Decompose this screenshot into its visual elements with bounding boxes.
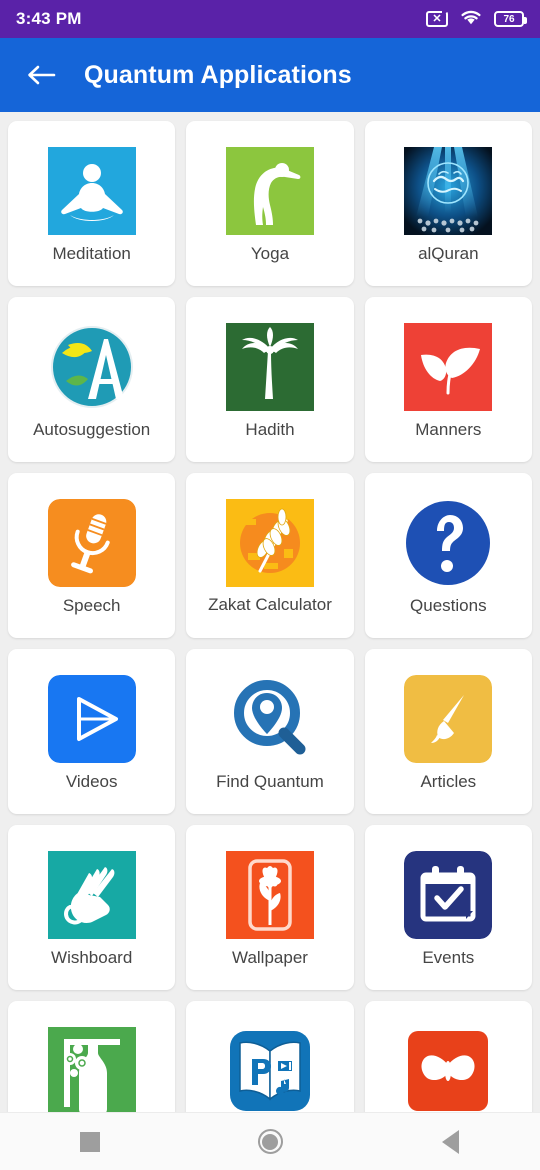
alquran-icon	[404, 147, 493, 235]
yoga-icon	[225, 147, 314, 235]
home-circle-icon[interactable]	[230, 1113, 310, 1170]
speech-icon	[47, 499, 136, 587]
app-tile-label: Videos	[65, 772, 118, 791]
app-tile-articles[interactable]: Articles	[364, 649, 532, 814]
app-tile-speech[interactable]: Speech	[8, 473, 176, 638]
system-nav-bar	[0, 1112, 540, 1170]
app-tile-label: Find Quantum	[216, 772, 324, 791]
meditation-icon	[47, 147, 136, 235]
app-tile-find-quantum[interactable]: Find Quantum	[186, 649, 354, 814]
autosuggestion-icon	[48, 323, 136, 411]
no-sim-glyph: ✕	[432, 12, 442, 25]
battery-level: 76	[503, 13, 515, 25]
parenting-book-icon	[226, 1027, 314, 1112]
app-bar: Quantum Applications	[0, 38, 540, 112]
app-tile-autosuggestion[interactable]: Autosuggestion	[8, 297, 176, 462]
butterfly-icon	[404, 1027, 492, 1112]
back-triangle-icon[interactable]	[410, 1113, 490, 1170]
videos-icon	[47, 675, 136, 763]
app-grid-scroll[interactable]: Meditation Yoga alQuran Autosuggestion H…	[0, 112, 540, 1112]
bottle-icon	[47, 1027, 136, 1112]
recents-square-icon[interactable]	[50, 1113, 130, 1170]
app-tile-videos[interactable]: Videos	[8, 649, 176, 814]
questions-icon	[404, 499, 492, 587]
app-tile-alquran[interactable]: alQuran	[364, 121, 532, 286]
app-tile-label: Autosuggestion	[33, 420, 151, 439]
hadith-icon	[225, 323, 314, 411]
status-clock: 3:43 PM	[16, 9, 82, 28]
articles-icon	[404, 675, 493, 763]
app-tile-wishboard[interactable]: Wishboard	[8, 825, 176, 990]
app-tile-yoga[interactable]: Yoga	[186, 121, 354, 286]
app-tile-label: Meditation	[52, 244, 131, 263]
app-tile-butterfly[interactable]	[364, 1001, 532, 1112]
wishboard-icon	[47, 851, 136, 939]
app-tile-meditation[interactable]: Meditation	[8, 121, 176, 286]
events-icon	[404, 851, 493, 939]
app-tile-label: Hadith	[245, 420, 295, 439]
status-bar: 3:43 PM ✕ 76	[0, 0, 540, 38]
app-tile-label: Events	[422, 948, 475, 967]
app-tile-label: alQuran	[418, 244, 479, 263]
app-tile-manners[interactable]: Manners	[364, 297, 532, 462]
app-tile-label: Speech	[62, 596, 121, 615]
page-title: Quantum Applications	[84, 60, 352, 89]
phone-screen: 3:43 PM ✕ 76 Quantum Applications Medita…	[0, 0, 540, 1170]
status-icons: ✕ 76	[426, 8, 527, 31]
app-tile-label: Articles	[420, 772, 477, 791]
app-grid: Meditation Yoga alQuran Autosuggestion H…	[0, 112, 540, 1112]
app-tile-label: Manners	[415, 420, 482, 439]
app-tile-questions[interactable]: Questions	[364, 473, 532, 638]
wallpaper-icon	[225, 851, 314, 939]
find-quantum-icon	[225, 675, 314, 763]
app-tile-hadith[interactable]: Hadith	[186, 297, 354, 462]
app-tile-label: Yoga	[250, 244, 290, 263]
app-tile-label: Wallpaper	[232, 948, 308, 967]
manners-icon	[404, 323, 493, 411]
wifi-icon	[459, 8, 483, 31]
app-tile-zakat-calculator[interactable]: Zakat Calculator	[186, 473, 354, 638]
app-tile-label: Wishboard	[51, 948, 133, 967]
no-sim-icon: ✕	[426, 11, 448, 27]
app-tile-wallpaper[interactable]: Wallpaper	[186, 825, 354, 990]
battery-icon: 76	[494, 11, 527, 27]
app-tile-events[interactable]: Events	[364, 825, 532, 990]
app-tile-bottle[interactable]	[8, 1001, 176, 1112]
app-tile-label: Zakat Calculator	[208, 595, 332, 614]
app-tile-parenting-book[interactable]	[186, 1001, 354, 1112]
back-arrow-icon[interactable]	[20, 54, 62, 96]
app-tile-label: Questions	[410, 596, 487, 615]
zakat-calculator-icon	[225, 499, 314, 587]
